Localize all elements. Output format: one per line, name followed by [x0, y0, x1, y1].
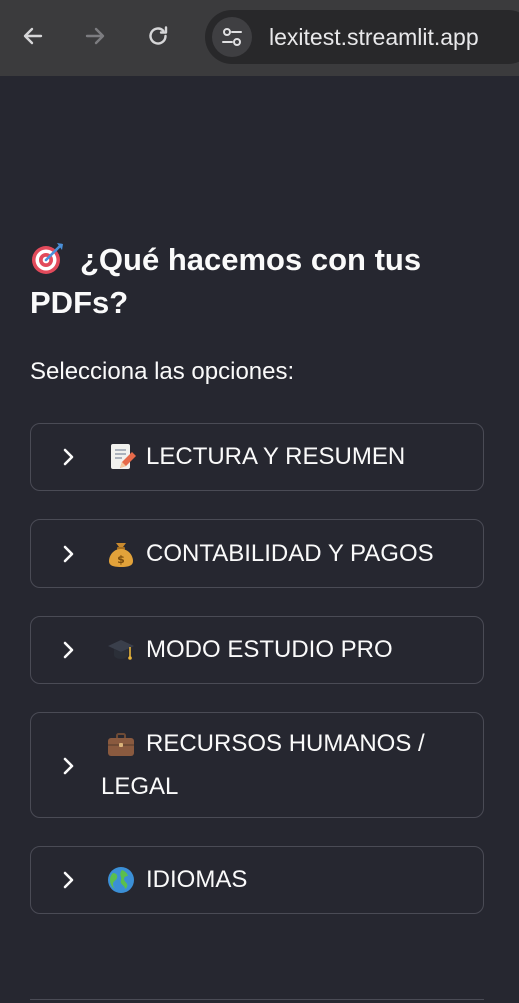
briefcase-icon — [108, 733, 134, 756]
graduation-cap-icon — [108, 640, 134, 660]
expander-lectura-resumen[interactable]: LECTURA Y RESUMEN — [30, 423, 484, 491]
memo-icon — [111, 444, 136, 469]
expander-label-line2: LEGAL — [101, 773, 179, 800]
arrow-left-icon — [23, 27, 43, 45]
tune-icon — [222, 28, 242, 46]
chevron-right-icon — [63, 641, 74, 659]
svg-text:$: $ — [117, 553, 125, 566]
money-bag-icon: $ — [109, 543, 133, 567]
expander-label: CONTABILIDAD Y PAGOS — [146, 540, 434, 567]
expander-recursos-humanos-legal[interactable]: RECURSOS HUMANOS / LEGAL — [30, 712, 484, 818]
expander-idiomas[interactable]: IDIOMAS — [30, 846, 484, 914]
page-title: ¿Qué hacemos con tus PDFs? — [30, 238, 470, 324]
chevron-right-icon — [63, 757, 74, 775]
arrow-right-icon — [85, 27, 105, 45]
reload-icon — [149, 26, 168, 45]
chevron-right-icon — [63, 448, 74, 466]
forward-button[interactable] — [77, 18, 113, 54]
browser-toolbar: lexitest.streamlit.app — [0, 0, 519, 76]
site-info-button[interactable] — [212, 17, 252, 57]
address-bar[interactable]: lexitest.streamlit.app — [205, 10, 519, 64]
back-button[interactable] — [15, 18, 51, 54]
globe-icon — [108, 867, 134, 893]
expander-label: MODO ESTUDIO PRO — [146, 636, 393, 663]
chevron-right-icon — [63, 871, 74, 889]
target-icon — [32, 243, 63, 274]
expander-label-line1: RECURSOS HUMANOS / — [146, 730, 425, 757]
app-main: ¿Qué hacemos con tus PDFs? Selecciona la… — [0, 76, 519, 1003]
expander-contabilidad-pagos[interactable]: $ CONTABILIDAD Y PAGOS — [30, 519, 484, 588]
page-title-text: ¿Qué hacemos con tus PDFs? — [30, 242, 422, 320]
chevron-right-icon — [63, 545, 74, 563]
expander-label: LECTURA Y RESUMEN — [146, 443, 406, 470]
subtitle: Selecciona las opciones: — [30, 358, 295, 385]
reload-button[interactable] — [140, 18, 176, 54]
expander-modo-estudio[interactable]: MODO ESTUDIO PRO — [30, 616, 484, 684]
expander-label: IDIOMAS — [146, 866, 248, 893]
divider — [30, 999, 484, 1000]
url-text[interactable]: lexitest.streamlit.app — [269, 23, 479, 51]
